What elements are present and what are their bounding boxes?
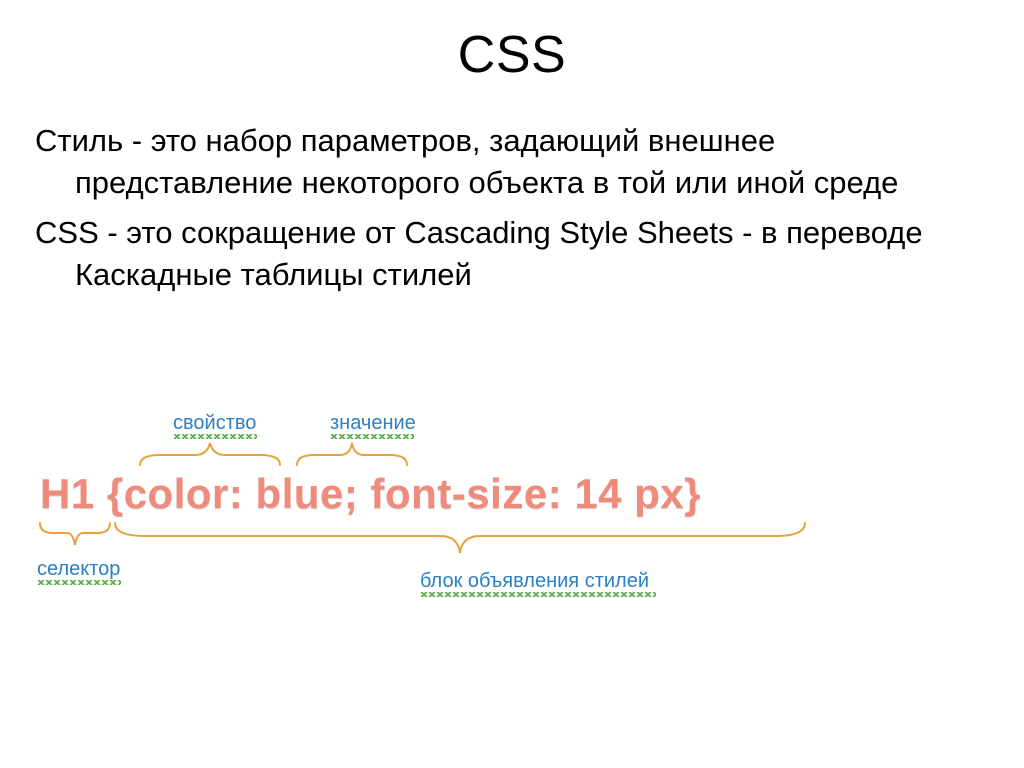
css-rule-diagram: свойство значение H1 {color: blue; font-… — [40, 470, 984, 610]
annotation-block: блок объявления стилей — [420, 570, 656, 597]
annotation-value-label: значение — [330, 412, 416, 434]
brace-selector — [35, 518, 115, 548]
paragraph-1: Стиль - это набор параметров, задающий в… — [35, 120, 989, 204]
slide-body: Стиль - это набор параметров, задающий в… — [35, 120, 989, 303]
slide-title: CSS — [0, 25, 1024, 85]
annotation-block-label: блок объявления стилей — [420, 570, 649, 592]
squiggle-underline — [37, 580, 121, 585]
brace-value — [292, 440, 412, 470]
squiggle-underline — [420, 592, 656, 597]
paragraph-2: CSS - это сокращение от Cascading Style … — [35, 212, 989, 296]
annotation-selector: селектор — [37, 558, 121, 585]
css-rule-code: H1 {color: blue; font-size: 14 px} — [40, 470, 984, 518]
annotation-value: значение — [330, 412, 416, 439]
squiggle-underline — [330, 434, 414, 439]
annotation-property-label: свойство — [173, 412, 256, 434]
brace-property — [135, 440, 285, 470]
squiggle-underline — [173, 434, 257, 439]
brace-block — [110, 518, 810, 558]
annotation-property: свойство — [173, 412, 257, 439]
annotation-selector-label: селектор — [37, 558, 120, 580]
